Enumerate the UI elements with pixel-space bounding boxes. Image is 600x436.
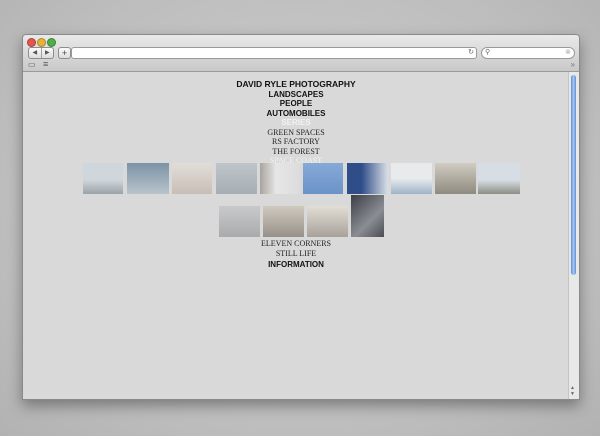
add-bookmark-button[interactable]: + — [58, 47, 71, 59]
series-still-life[interactable]: STILL LIFE — [23, 249, 569, 259]
vertical-scrollbar[interactable]: ▲ ▼ — [568, 72, 579, 399]
nav-people[interactable]: PEOPLE — [23, 99, 569, 109]
photo-foggy-spike[interactable] — [219, 206, 260, 237]
site-title[interactable]: DAVID RYLE PHOTOGRAPHY — [23, 79, 569, 90]
photo-sand-beach[interactable] — [263, 206, 304, 237]
photo-white-building[interactable] — [260, 163, 300, 194]
minimize-window-button[interactable] — [37, 38, 46, 47]
nav-information[interactable]: INFORMATION — [23, 260, 569, 270]
forward-button[interactable]: ▶ — [40, 48, 54, 58]
series-green-spaces[interactable]: GREEN SPACES — [23, 128, 569, 138]
photo-dark-clouds[interactable] — [351, 195, 384, 237]
scroll-arrows-icon[interactable]: ▲ ▼ — [570, 385, 575, 397]
photo-white-crowd[interactable] — [347, 163, 388, 194]
reload-icon[interactable]: ↻ — [468, 48, 474, 58]
search-field[interactable]: ⚲ ⊗ — [481, 47, 575, 59]
address-bar[interactable]: ↻ — [71, 47, 477, 59]
browser-window: ◀ ▶ + ↻ ⚲ ⊗ ▭ ≡ » DAVID RYLE PHOTOGRAPHY… — [22, 34, 580, 400]
photo-grey-sea[interactable] — [216, 163, 257, 194]
history-nav: ◀ ▶ — [28, 47, 54, 59]
site-menu-top: DAVID RYLE PHOTOGRAPHY LANDSCAPES PEOPLE… — [23, 79, 569, 166]
series-eleven-corners[interactable]: ELEVEN CORNERS — [23, 239, 569, 249]
photo-street-palms[interactable] — [435, 163, 476, 194]
scrollbar-thumb[interactable] — [571, 75, 576, 275]
photo-blue-sky[interactable] — [303, 163, 343, 194]
close-window-button[interactable] — [27, 38, 36, 47]
browser-toolbar: ◀ ▶ + ↻ ⚲ ⊗ ▭ ≡ » — [23, 35, 579, 72]
photo-sea-sky[interactable] — [127, 163, 169, 194]
overflow-chevron-icon[interactable]: » — [571, 60, 575, 69]
series-heading: SERIES — [281, 118, 311, 127]
zoom-window-button[interactable] — [47, 38, 56, 47]
photo-palm-trees[interactable] — [478, 163, 520, 194]
search-icon: ⚲ — [485, 49, 491, 56]
photo-beach-horizon[interactable] — [83, 163, 123, 194]
page-content: DAVID RYLE PHOTOGRAPHY LANDSCAPES PEOPLE… — [23, 72, 569, 399]
photo-modern-building[interactable] — [391, 163, 432, 194]
nav-automobiles[interactable]: AUTOMOBILES — [23, 109, 569, 119]
photo-hazy-shore[interactable] — [172, 163, 212, 194]
series-rs-factory[interactable]: RS FACTORY — [23, 137, 569, 147]
back-button[interactable]: ◀ — [29, 48, 41, 58]
photo-umbrella[interactable] — [307, 206, 348, 237]
series-the-forest[interactable]: THE FOREST — [23, 147, 569, 157]
clear-search-icon[interactable]: ⊗ — [565, 48, 571, 58]
site-menu-bottom: ELEVEN CORNERS STILL LIFE INFORMATION — [23, 239, 569, 270]
list-icon[interactable]: ≡ — [43, 60, 48, 69]
book-icon[interactable]: ▭ — [28, 61, 36, 69]
nav-landscapes[interactable]: LANDSCAPES — [23, 90, 569, 100]
